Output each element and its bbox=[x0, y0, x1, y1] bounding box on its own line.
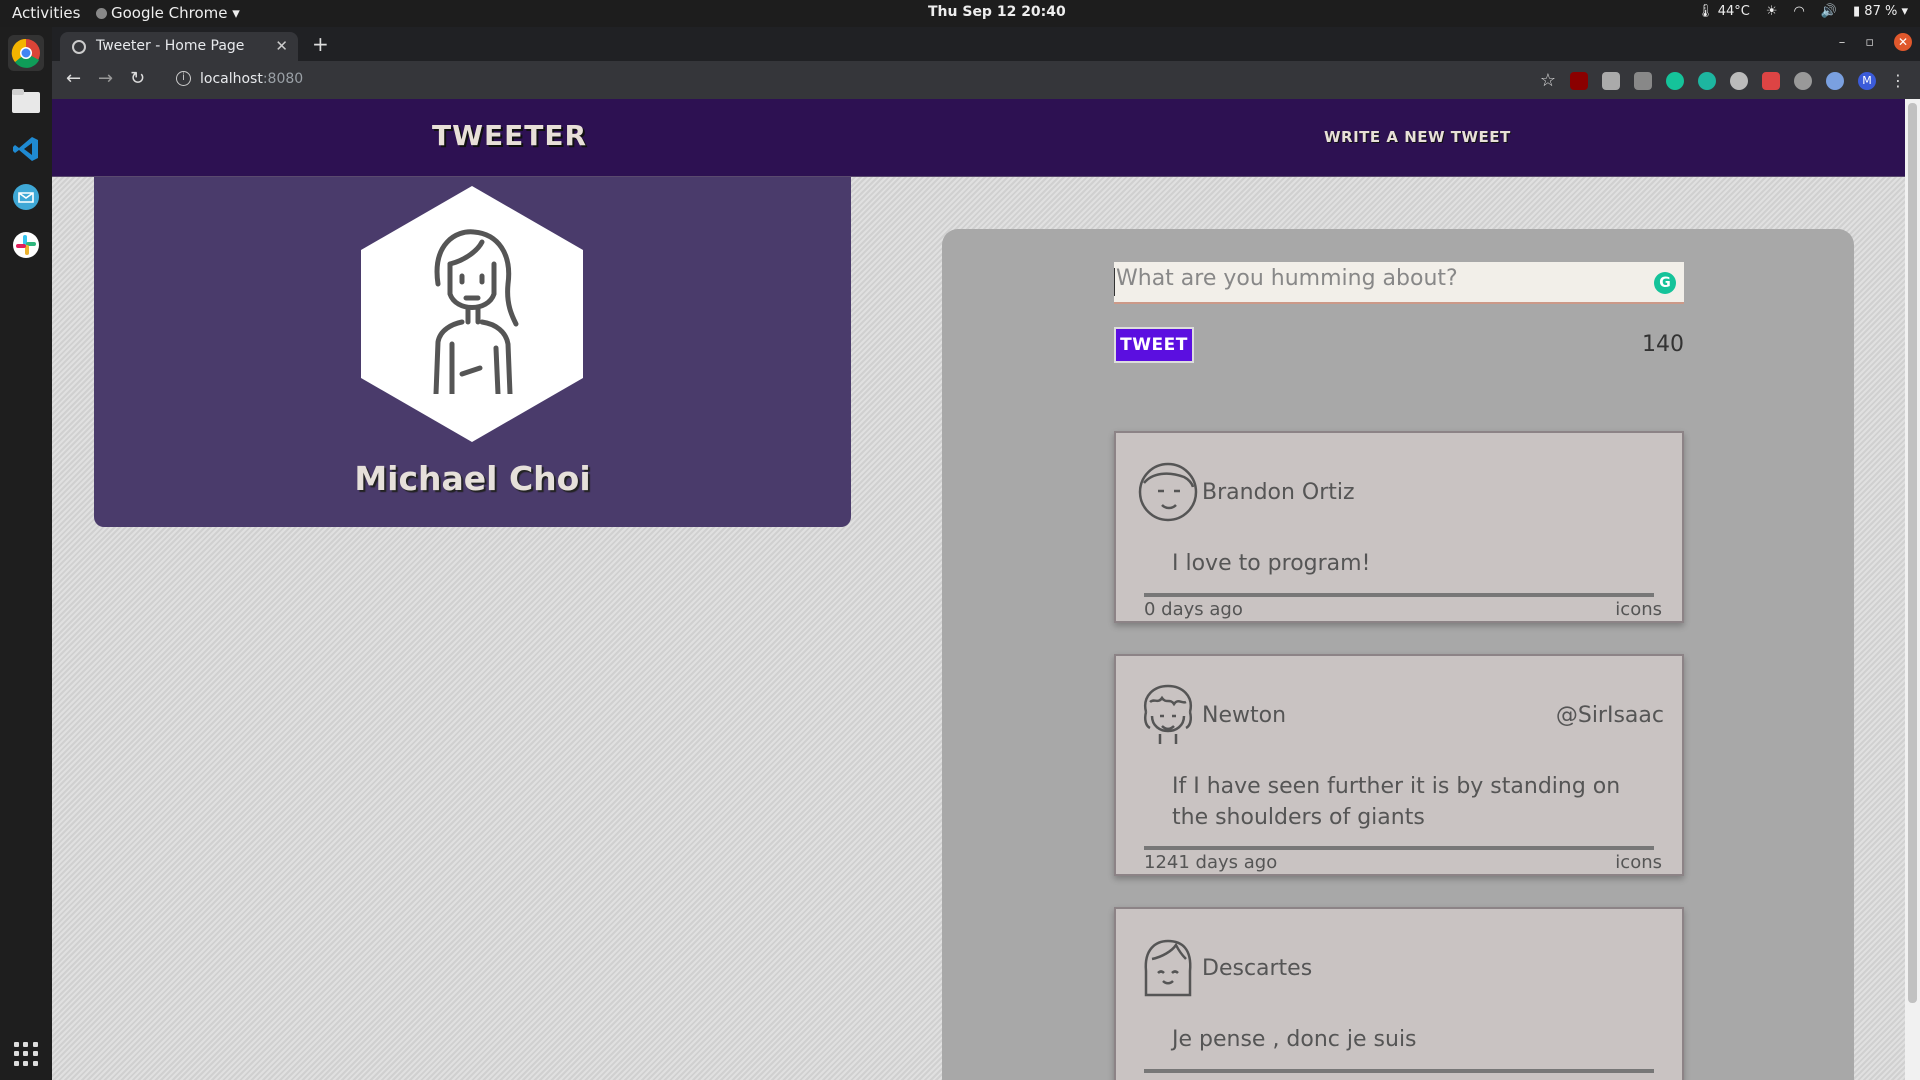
tweet-divider bbox=[1144, 593, 1654, 597]
vscode-icon bbox=[13, 137, 38, 161]
mail-icon bbox=[13, 184, 39, 210]
vscode-dock-icon[interactable] bbox=[8, 131, 44, 167]
tweet-feed-panel: What are you humming about? G TWEET 140 … bbox=[942, 229, 1854, 1080]
pdf-extension-icon[interactable] bbox=[1762, 71, 1780, 90]
grammarly-icon[interactable]: G bbox=[1654, 272, 1676, 294]
man-avatar-icon bbox=[1138, 462, 1198, 522]
slack-dock-icon[interactable] bbox=[8, 227, 44, 263]
momentum-extension-icon[interactable] bbox=[1698, 71, 1716, 90]
tweet-timestamp: 0 days ago bbox=[1144, 599, 1243, 620]
temperature-indicator: 🌡 44°C bbox=[1697, 4, 1750, 19]
bookmark-star-icon[interactable]: ☆ bbox=[1540, 70, 1556, 91]
system-tray[interactable]: 🌡 44°C ☀ ◠ 🔊 ▮ 87 % ▾ bbox=[1697, 4, 1908, 19]
tweet-divider bbox=[1144, 1069, 1654, 1073]
font-extension-icon[interactable] bbox=[1634, 71, 1652, 90]
page-scrollbar[interactable] bbox=[1905, 99, 1920, 1080]
profile-avatar-hexagon bbox=[361, 186, 583, 442]
site-brand[interactable]: TWEETER bbox=[432, 119, 587, 152]
text-caret bbox=[1114, 268, 1115, 296]
write-new-tweet-link[interactable]: WRITE A NEW TWEET bbox=[1324, 128, 1511, 146]
reload-icon[interactable]: ↻ bbox=[130, 68, 145, 89]
thermometer-icon: 🌡 bbox=[1697, 4, 1714, 19]
chrome-logo-icon bbox=[11, 38, 40, 68]
browser-tab-bar: Tweeter - Home Page ✕ + – ▫ ✕ bbox=[52, 27, 1920, 61]
chrome-icon bbox=[96, 8, 107, 19]
volume-icon: 🔊 bbox=[1820, 4, 1837, 19]
profile-name: Michael Choi bbox=[354, 459, 591, 498]
tweet-author-name[interactable]: Brandon Ortiz bbox=[1202, 480, 1355, 505]
os-top-bar: Activities Google Chrome ▾ Thu Sep 12 20… bbox=[0, 0, 1920, 27]
profile-avatar[interactable]: M bbox=[1858, 71, 1876, 90]
battery-indicator: ▮ 87 % ▾ bbox=[1853, 4, 1908, 19]
app-menu[interactable]: Google Chrome ▾ bbox=[96, 4, 240, 22]
new-tab-icon[interactable]: + bbox=[312, 32, 329, 56]
scrollbar-thumb[interactable] bbox=[1908, 103, 1917, 1003]
battery-icon: ▮ bbox=[1853, 4, 1861, 19]
ublock-extension-icon[interactable] bbox=[1570, 71, 1588, 90]
curly-hair-avatar-icon bbox=[1143, 684, 1193, 744]
tweet-author-name[interactable]: Newton bbox=[1202, 703, 1286, 728]
tweet-actions[interactable]: icons bbox=[1615, 599, 1662, 620]
reader-extension-icon[interactable] bbox=[1602, 71, 1620, 90]
tweet-content: I love to program! bbox=[1172, 551, 1371, 576]
grammarly-extension-icon[interactable] bbox=[1666, 71, 1684, 90]
wifi-icon: ◠ bbox=[1793, 4, 1805, 19]
extensions-area: ☆ M ⋮ bbox=[1540, 70, 1906, 91]
chrome-dock-icon[interactable] bbox=[8, 35, 44, 71]
battery-value: 87 % bbox=[1864, 4, 1898, 19]
close-window-icon[interactable]: ✕ bbox=[1894, 33, 1912, 51]
web-page: TWEETER WRITE A NEW TWEET Michael Choi W… bbox=[52, 99, 1905, 1080]
globe-icon bbox=[72, 40, 86, 54]
tweet-card: Brandon Ortiz I love to program! 0 days … bbox=[1114, 431, 1684, 623]
brightness-icon: ☀ bbox=[1765, 4, 1778, 19]
mail-dock-icon[interactable] bbox=[8, 179, 44, 215]
folder-icon bbox=[12, 89, 40, 113]
profile-card: Michael Choi bbox=[94, 177, 851, 527]
browser-toolbar: ← → ↻ i localhost:8080 ☆ M ⋮ bbox=[52, 61, 1920, 99]
character-counter: 140 bbox=[1642, 332, 1684, 357]
temperature-value: 44°C bbox=[1717, 4, 1750, 19]
forward-icon[interactable]: → bbox=[98, 68, 113, 89]
back-icon[interactable]: ← bbox=[66, 68, 81, 89]
tweet-content: If I have seen further it is by standing… bbox=[1172, 774, 1621, 830]
url-host: localhost bbox=[200, 71, 263, 87]
tweet-input-placeholder: What are you humming about? bbox=[1116, 266, 1458, 291]
move-extension-icon[interactable] bbox=[1730, 71, 1748, 90]
bob-hair-avatar-icon bbox=[1144, 939, 1192, 997]
clock[interactable]: Thu Sep 12 20:40 bbox=[928, 4, 1066, 20]
tweet-divider bbox=[1144, 846, 1654, 850]
site-navbar: TWEETER WRITE A NEW TWEET bbox=[52, 99, 1905, 177]
address-bar[interactable]: i localhost:8080 bbox=[164, 66, 1564, 94]
tab-tweeter-home[interactable]: Tweeter - Home Page ✕ bbox=[60, 32, 298, 61]
tweet-content: Je pense , donc je suis bbox=[1172, 1027, 1417, 1052]
slack-icon bbox=[13, 232, 39, 258]
app-menu-label: Google Chrome bbox=[111, 4, 228, 22]
minimize-icon[interactable]: – bbox=[1839, 35, 1846, 50]
tweet-actions[interactable]: icons bbox=[1615, 852, 1662, 873]
tweet-author-handle[interactable]: @SirIsaac bbox=[1556, 703, 1664, 728]
chrome-menu-icon[interactable]: ⋮ bbox=[1890, 71, 1906, 90]
window-controls: – ▫ ✕ bbox=[1839, 33, 1912, 51]
close-tab-icon[interactable]: ✕ bbox=[275, 37, 288, 55]
site-info-icon[interactable]: i bbox=[176, 71, 191, 86]
maximize-icon[interactable]: ▫ bbox=[1865, 35, 1874, 50]
tweet-timestamp: 1241 days ago bbox=[1144, 852, 1278, 873]
tab-title: Tweeter - Home Page bbox=[96, 38, 245, 54]
files-dock-icon[interactable] bbox=[8, 83, 44, 119]
woman-avatar-icon bbox=[433, 229, 519, 394]
globe-extension-icon[interactable] bbox=[1794, 71, 1812, 90]
url-port: :8080 bbox=[262, 71, 304, 87]
tweet-card: Newton @SirIsaac If I have seen further … bbox=[1114, 654, 1684, 876]
dock bbox=[0, 27, 52, 1080]
tweet-card: Descartes Je pense , donc je suis bbox=[1114, 907, 1684, 1080]
info-extension-icon[interactable] bbox=[1826, 71, 1844, 90]
tweet-author-name[interactable]: Descartes bbox=[1202, 956, 1312, 981]
tweet-button[interactable]: TWEET bbox=[1114, 327, 1194, 363]
activities-button[interactable]: Activities bbox=[12, 4, 80, 22]
tweet-input[interactable]: What are you humming about? G bbox=[1114, 262, 1684, 304]
show-applications-icon[interactable] bbox=[14, 1042, 38, 1066]
